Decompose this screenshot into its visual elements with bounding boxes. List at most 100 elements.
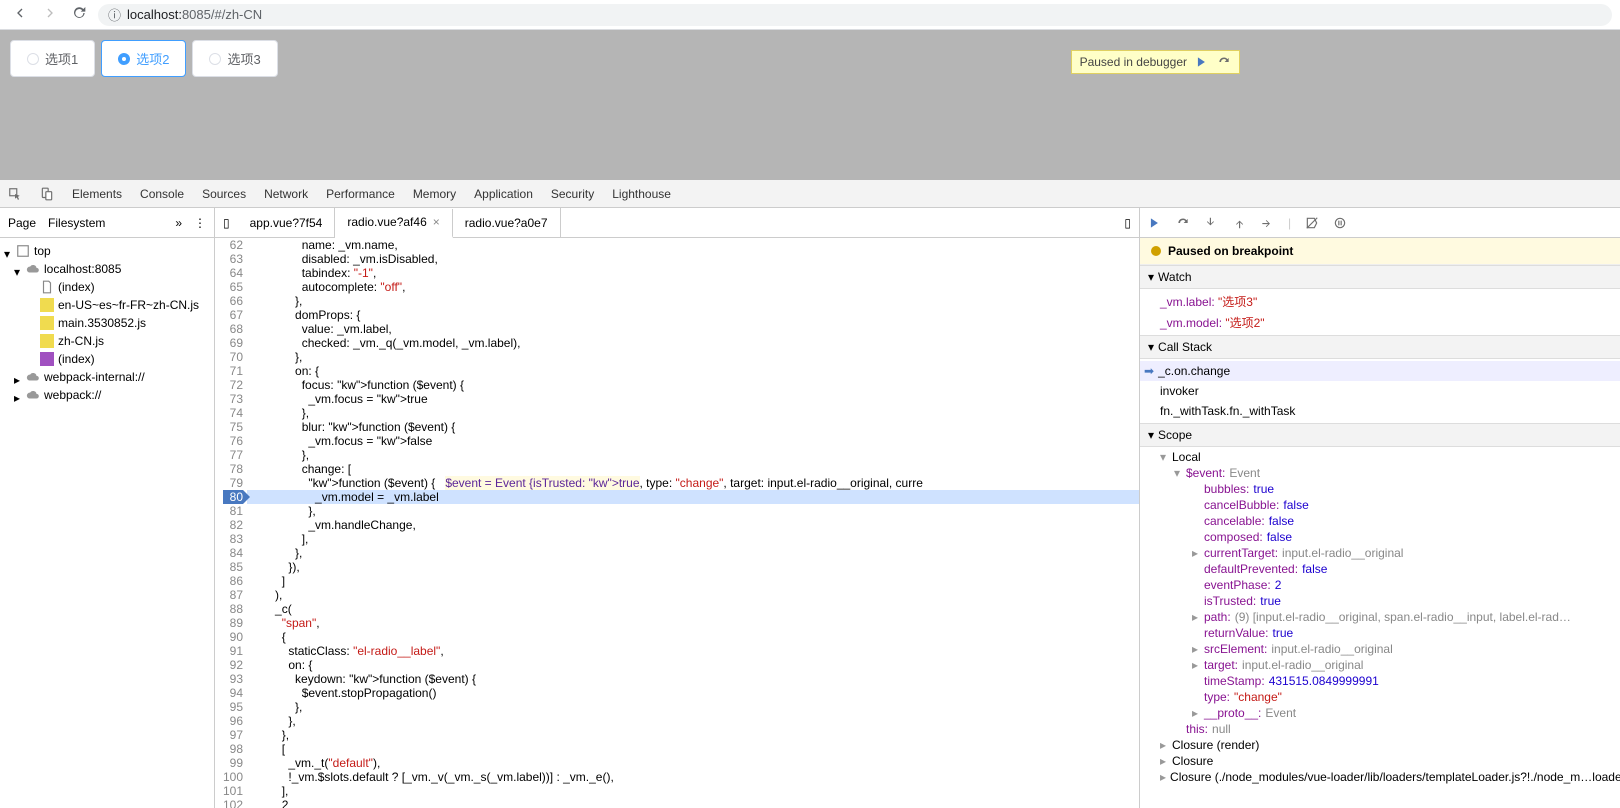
section-watch[interactable]: ▾Watch: [1140, 265, 1620, 289]
scope-row[interactable]: ▸__proto__: Event: [1140, 705, 1620, 721]
scope-row[interactable]: this: null: [1140, 721, 1620, 737]
tab-application[interactable]: Application: [474, 187, 533, 201]
callstack-frame[interactable]: fn._withTask.fn._withTask: [1140, 401, 1620, 421]
code-panel: ▯ app.vue?7f54 radio.vue?af46× radio.vue…: [215, 208, 1140, 808]
scope-closure[interactable]: ▸Closure: [1140, 753, 1620, 769]
navtab-more-icon[interactable]: »: [175, 216, 182, 230]
back-icon[interactable]: [8, 1, 32, 28]
tab-network[interactable]: Network: [264, 187, 308, 201]
close-icon[interactable]: ×: [433, 215, 440, 229]
radio-option-1[interactable]: 选项1: [10, 40, 95, 77]
tab-lighthouse[interactable]: Lighthouse: [612, 187, 671, 201]
scope-row[interactable]: ▾$event: Event: [1140, 465, 1620, 481]
scope-row[interactable]: cancelable: false: [1140, 513, 1620, 529]
toggle-nav-icon[interactable]: ▯: [215, 216, 238, 230]
navtab-filesystem[interactable]: Filesystem: [48, 216, 105, 230]
tree-top[interactable]: ▾top: [0, 242, 214, 260]
scope-row[interactable]: cancelBubble: false: [1140, 497, 1620, 513]
viewport: 选项1 选项2 选项3 Paused in debugger: [0, 30, 1620, 180]
scope-row[interactable]: eventPhase: 2: [1140, 577, 1620, 593]
watch-row[interactable]: _vm.model: "选项2": [1140, 312, 1620, 333]
url-port: 8085: [182, 7, 211, 22]
step-icon[interactable]: [1260, 216, 1274, 230]
scope-row[interactable]: ▸srcElement: input.el-radio__original: [1140, 641, 1620, 657]
scope-row[interactable]: composed: false: [1140, 529, 1620, 545]
step-over-icon[interactable]: [1217, 55, 1231, 69]
js-icon: [40, 334, 54, 348]
scope-row[interactable]: isTrusted: true: [1140, 593, 1620, 609]
tab-elements[interactable]: Elements: [72, 187, 122, 201]
section-callstack[interactable]: ▾Call Stack: [1140, 335, 1620, 359]
scope-row[interactable]: returnValue: true: [1140, 625, 1620, 641]
debugger-toolbar: |: [1140, 208, 1620, 238]
js-icon: [40, 316, 54, 330]
navtab-menu-icon[interactable]: ⋮: [194, 216, 206, 230]
scope-local[interactable]: ▾Local: [1140, 449, 1620, 465]
scope-row[interactable]: ▸target: input.el-radio__original: [1140, 657, 1620, 673]
navtab-page[interactable]: Page: [8, 216, 36, 230]
url-input[interactable]: ⓘ localhost:8085/#/zh-CN: [98, 4, 1612, 26]
radio-circle-icon: [209, 53, 221, 65]
radio-option-2[interactable]: 选项2: [101, 40, 186, 77]
step-out-icon[interactable]: [1232, 216, 1246, 230]
tree-file-main[interactable]: main.3530852.js: [0, 314, 214, 332]
tab-security[interactable]: Security: [551, 187, 594, 201]
scope-row[interactable]: ▸path: (9) [input.el-radio__original, sp…: [1140, 609, 1620, 625]
reload-icon[interactable]: [68, 1, 92, 28]
tab-performance[interactable]: Performance: [326, 187, 395, 201]
file-tab-1[interactable]: app.vue?7f54: [238, 208, 336, 237]
css-icon: [40, 352, 54, 366]
file-tab-3[interactable]: radio.vue?a0e7: [453, 208, 561, 237]
tree-host[interactable]: ▾localhost:8085: [0, 260, 214, 278]
tree-file-index2[interactable]: (index): [0, 350, 214, 368]
scope-row[interactable]: ▸currentTarget: input.el-radio__original: [1140, 545, 1620, 561]
pause-exc-icon[interactable]: [1333, 216, 1347, 230]
step-over-icon[interactable]: [1176, 216, 1190, 230]
file-icon: [40, 280, 54, 294]
resume-icon[interactable]: [1148, 216, 1162, 230]
file-tabs: ▯ app.vue?7f54 radio.vue?af46× radio.vue…: [215, 208, 1139, 238]
section-scope[interactable]: ▾Scope: [1140, 423, 1620, 447]
inspect-icon[interactable]: [8, 187, 22, 201]
cloud-icon: [26, 370, 40, 384]
step-into-icon[interactable]: [1204, 216, 1218, 230]
scope-row[interactable]: timeStamp: 431515.0849999991: [1140, 673, 1620, 689]
debug-overlay-text: Paused in debugger: [1080, 55, 1187, 69]
device-icon[interactable]: [40, 187, 54, 201]
tree-file-enus[interactable]: en-US~es~fr-FR~zh-CN.js: [0, 296, 214, 314]
paused-banner: Paused on breakpoint: [1140, 238, 1620, 265]
tab-sources[interactable]: Sources: [202, 187, 246, 201]
deactivate-bp-icon[interactable]: [1305, 216, 1319, 230]
file-tab-2[interactable]: radio.vue?af46×: [335, 209, 452, 238]
scope-row[interactable]: bubbles: true: [1140, 481, 1620, 497]
scope-closure[interactable]: ▸Closure (./node_modules/vue-loader/lib/…: [1140, 769, 1620, 785]
url-host: localhost:: [127, 7, 182, 22]
callstack-frame[interactable]: _c.on.change: [1140, 361, 1620, 381]
scope-closure[interactable]: ▸Closure (render): [1140, 737, 1620, 753]
tree-file-zhcn[interactable]: zh-CN.js: [0, 332, 214, 350]
tree-webpack[interactable]: ▸webpack://: [0, 386, 214, 404]
scope-row[interactable]: type: "change": [1140, 689, 1620, 705]
code-editor[interactable]: 6263646566676869707172737475767778798081…: [215, 238, 1139, 808]
radio-label: 选项2: [136, 49, 169, 68]
tree-file-index[interactable]: (index): [0, 278, 214, 296]
url-path: /#/zh-CN: [211, 7, 262, 22]
tab-console[interactable]: Console: [140, 187, 184, 201]
radio-option-3[interactable]: 选项3: [192, 40, 277, 77]
scope-row[interactable]: defaultPrevented: false: [1140, 561, 1620, 577]
cloud-icon: [26, 262, 40, 276]
toggle-dbg-icon[interactable]: ▯: [1116, 216, 1139, 230]
paused-text: Paused on breakpoint: [1168, 244, 1293, 258]
debugger-panel: | Paused on breakpoint ▾Watch _vm.label:…: [1140, 208, 1620, 808]
radio-label: 选项3: [227, 49, 260, 68]
resume-icon[interactable]: [1195, 55, 1209, 69]
forward-icon[interactable]: [38, 1, 62, 28]
gutter[interactable]: 6263646566676869707172737475767778798081…: [215, 238, 247, 808]
code-lines: name: _vm.name, disabled: _vm.isDisabled…: [247, 238, 1139, 808]
tab-memory[interactable]: Memory: [413, 187, 456, 201]
tree-webpack-internal[interactable]: ▸webpack-internal://: [0, 368, 214, 386]
watch-row[interactable]: _vm.label: "选项3": [1140, 291, 1620, 312]
callstack-frame[interactable]: invoker: [1140, 381, 1620, 401]
cloud-icon: [26, 388, 40, 402]
devtools-tabstrip: Elements Console Sources Network Perform…: [0, 180, 1620, 208]
